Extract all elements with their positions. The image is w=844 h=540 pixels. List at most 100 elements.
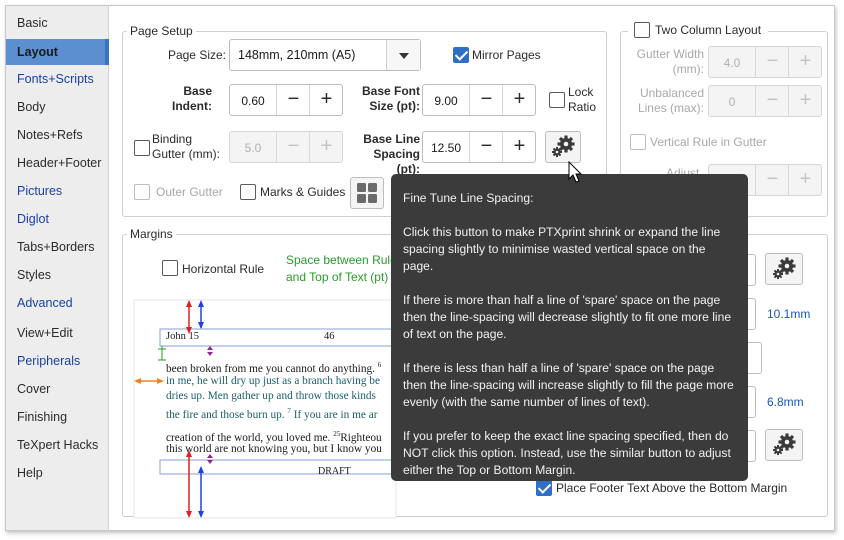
- plus-icon[interactable]: +: [788, 86, 822, 116]
- base-line-spacing-label: Base Line Spacing (pt):: [363, 132, 420, 176]
- base-line-spacing-value[interactable]: 12.50: [423, 141, 469, 155]
- plus-icon[interactable]: +: [788, 47, 822, 77]
- gear-icon: [773, 433, 796, 455]
- mirror-pages-label: Mirror Pages: [472, 48, 541, 62]
- preview-line-3: dries up. Men gather up and throw those …: [166, 390, 376, 402]
- preview-header-ref: John 15: [166, 331, 199, 342]
- plus-icon[interactable]: +: [788, 165, 822, 195]
- marks-guides-button[interactable]: [350, 177, 384, 209]
- sidebar-item-notes-refs[interactable]: Notes+Refs: [6, 122, 109, 148]
- fine-tune-tooltip: Fine Tune Line Spacing: Click this butto…: [391, 174, 748, 481]
- footer-above-margin-label: Place Footer Text Above the Bottom Margi…: [556, 481, 788, 495]
- sidebar-item-header-footer[interactable]: Header+Footer: [6, 150, 109, 176]
- base-line-spacing-spinner[interactable]: 12.50 − +: [422, 131, 536, 163]
- page-size-dropdown[interactable]: 148mm, 210mm (A5): [229, 39, 421, 71]
- preview-line-1: been broken from me you cannot do anythi…: [166, 359, 381, 376]
- horizontal-rule-label: Horizontal Rule: [182, 262, 265, 276]
- margins-title: Margins: [127, 227, 176, 241]
- sidebar-item-help[interactable]: Help: [6, 460, 109, 486]
- base-font-size-value[interactable]: 9.00: [423, 94, 469, 108]
- footer-above-margin-checkbox[interactable]: [536, 480, 552, 496]
- sidebar-item-basic[interactable]: Basic: [6, 10, 109, 36]
- gutter-width-spinner[interactable]: 4.0 − +: [708, 46, 822, 78]
- preview-line-5b: Righteou: [340, 431, 382, 444]
- plus-icon[interactable]: +: [309, 132, 343, 162]
- minus-icon[interactable]: −: [755, 86, 789, 116]
- preview-footer-text: DRAFT: [318, 466, 351, 477]
- sidebar: Basic Layout Fonts+Scripts Body Notes+Re…: [6, 6, 109, 530]
- preview-line-4: the fire and those burn up. 7 If you are…: [166, 405, 378, 422]
- sidebar-item-diglot[interactable]: Diglot: [6, 206, 109, 232]
- sidebar-item-peripherals[interactable]: Peripherals: [6, 348, 109, 374]
- sidebar-item-pictures[interactable]: Pictures: [6, 178, 109, 204]
- binding-gutter-checkbox[interactable]: [134, 140, 150, 156]
- space-between-label: Space between Rule: [286, 253, 397, 267]
- minus-icon[interactable]: −: [276, 132, 310, 162]
- binding-gutter-label: Binding Gutter (mm):: [152, 132, 220, 161]
- rule-gap-tune-button[interactable]: [765, 253, 803, 285]
- page-setup-title: Page Setup: [127, 24, 196, 38]
- preview-line-4a: the fire and those burn up.: [166, 408, 285, 421]
- plus-icon[interactable]: +: [502, 85, 536, 115]
- vertical-rule-checkbox[interactable]: [630, 134, 646, 150]
- minus-icon[interactable]: −: [755, 47, 789, 77]
- tooltip-para-4: If you prefer to keep the exact line spa…: [403, 429, 731, 477]
- sidebar-item-layout[interactable]: Layout: [6, 39, 109, 65]
- tooltip-title: Fine Tune Line Spacing:: [403, 191, 534, 205]
- preview-line-4-sup: 7: [287, 407, 291, 415]
- unbalanced-lines-label: Unbalanced Lines (max):: [637, 86, 704, 115]
- marks-guides-checkbox[interactable]: [240, 184, 256, 200]
- page-size-value: 148mm, 210mm (A5): [238, 48, 356, 62]
- top-of-text-label: and Top of Text (pt): [286, 270, 389, 284]
- outer-gutter-checkbox[interactable]: [134, 184, 150, 200]
- tooltip-para-3: If there is less than half a line of 'sp…: [403, 361, 734, 409]
- lock-ratio-checkbox[interactable]: [549, 92, 565, 108]
- base-indent-value[interactable]: 0.60: [230, 94, 276, 108]
- grid-icon: [357, 183, 377, 203]
- base-font-size-spinner[interactable]: 9.00 − +: [422, 84, 536, 116]
- sidebar-item-fonts-scripts[interactable]: Fonts+Scripts: [6, 66, 109, 92]
- two-column-title: Two Column Layout: [655, 23, 762, 37]
- base-indent-label: Base Indent:: [172, 84, 212, 113]
- preview-line-5a: creation of the world, you loved me.: [166, 431, 331, 444]
- gear-icon: [552, 135, 575, 157]
- gutter-width-value[interactable]: 4.0: [709, 56, 755, 70]
- mirror-pages-checkbox[interactable]: [453, 47, 469, 63]
- sidebar-item-finishing[interactable]: Finishing: [6, 404, 109, 430]
- gutter-width-label: Gutter Width (mm):: [636, 47, 704, 76]
- sidebar-item-body[interactable]: Body: [6, 94, 109, 120]
- minus-icon[interactable]: −: [469, 85, 503, 115]
- plus-icon[interactable]: +: [309, 85, 343, 115]
- sidebar-item-tabs-borders[interactable]: Tabs+Borders: [6, 234, 109, 260]
- fine-tune-line-spacing-button[interactable]: [545, 131, 581, 163]
- sidebar-item-cover[interactable]: Cover: [6, 376, 109, 402]
- marks-guides-label: Marks & Guides: [260, 185, 346, 199]
- binding-gutter-spinner[interactable]: 5.0 − +: [229, 131, 343, 163]
- minus-icon[interactable]: −: [755, 165, 789, 195]
- preview-line-4b: If you are in me ar: [293, 408, 378, 421]
- unbalanced-lines-value[interactable]: 0: [709, 95, 755, 109]
- two-column-checkbox[interactable]: [634, 22, 650, 38]
- chevron-down-icon[interactable]: [386, 40, 420, 70]
- minus-icon[interactable]: −: [469, 132, 503, 162]
- page-size-label: Page Size:: [167, 48, 226, 62]
- minus-icon[interactable]: −: [276, 85, 310, 115]
- unbalanced-lines-spinner[interactable]: 0 − +: [708, 85, 822, 117]
- horizontal-rule-checkbox[interactable]: [162, 260, 178, 276]
- preview-line-1-sup: 6: [377, 361, 382, 369]
- preview-line-2: in me, he will dry up just as a branch h…: [166, 375, 380, 387]
- base-font-size-label: Base Font Size (pt):: [361, 84, 420, 113]
- bottom-margin-mm-value: 6.8mm: [767, 395, 804, 409]
- plus-icon[interactable]: +: [502, 132, 536, 162]
- sidebar-item-styles[interactable]: Styles: [6, 262, 109, 288]
- mouse-cursor-icon: [568, 161, 583, 183]
- bottom-margin-tune-button[interactable]: [765, 429, 803, 461]
- base-indent-spinner[interactable]: 0.60 − +: [229, 84, 343, 116]
- sidebar-item-texpert-hacks[interactable]: TeXpert Hacks: [6, 432, 109, 458]
- preview-line-1-text: been broken from me you cannot do anythi…: [166, 362, 375, 375]
- app-window: Basic Layout Fonts+Scripts Body Notes+Re…: [5, 5, 835, 531]
- sidebar-item-view-edit[interactable]: View+Edit: [6, 320, 109, 346]
- binding-gutter-value[interactable]: 5.0: [230, 141, 276, 155]
- top-margin-mm-value: 10.1mm: [767, 307, 811, 321]
- sidebar-item-advanced[interactable]: Advanced: [6, 290, 109, 316]
